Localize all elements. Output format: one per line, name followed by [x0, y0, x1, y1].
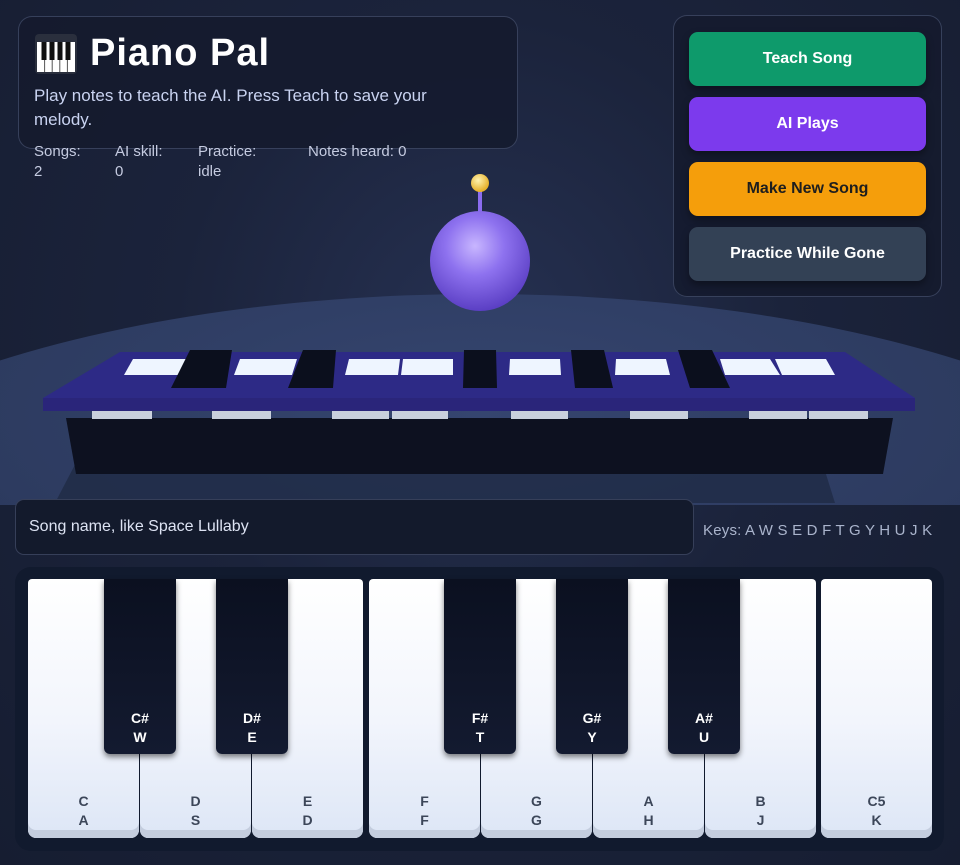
key-note: F# — [471, 710, 489, 726]
stat-notes-heard-value: 0 — [398, 143, 407, 160]
stat-notes-heard: Notes heard: 0 — [308, 142, 406, 162]
key-label: C A — [28, 792, 139, 830]
antenna-tip — [471, 174, 489, 192]
practice-while-gone-button[interactable]: Practice While Gone — [689, 227, 926, 281]
key-shortcut: G — [531, 812, 542, 828]
stat-songs-label: Songs: — [34, 143, 81, 160]
key-note: A — [643, 793, 654, 809]
app-title-text: Piano Pal — [90, 32, 271, 74]
robot-orb — [430, 211, 530, 311]
key-label: C5 K — [821, 792, 932, 830]
app-title: Piano Pal — [34, 32, 270, 75]
key-label: G# Y — [556, 709, 628, 747]
song-name-input[interactable] — [15, 499, 694, 555]
key-label: F# T — [444, 709, 516, 747]
key-label: A H — [593, 792, 704, 830]
key-shortcut: E — [247, 729, 257, 745]
stat-ai-skill-label: AI skill: — [115, 143, 163, 160]
key-note: C — [78, 793, 89, 809]
teach-song-button[interactable]: Teach Song — [689, 32, 926, 86]
key-label: D S — [140, 792, 251, 830]
key-label: F F — [369, 792, 480, 830]
key-shortcut: T — [475, 729, 485, 745]
stat-practice-value: idle — [198, 163, 222, 180]
subtitle: Play notes to teach the AI. Press Teach … — [34, 86, 427, 129]
piano-key-f-sharp[interactable]: F# T — [444, 579, 516, 754]
key-shortcut: F — [420, 812, 429, 828]
key-note: C5 — [867, 793, 886, 809]
ai-plays-button[interactable]: AI Plays — [689, 97, 926, 151]
key-note: F — [420, 793, 429, 809]
keys-hint: Keys: A W S E D F T G Y H U J K — [703, 522, 933, 539]
key-note: G# — [582, 710, 602, 726]
key-shortcut: Y — [587, 729, 597, 745]
stat-songs-value: 2 — [34, 163, 43, 180]
key-shortcut: S — [190, 812, 201, 828]
key-shortcut: H — [643, 812, 654, 828]
key-shortcut: J — [756, 812, 765, 828]
stat-songs: Songs: 2 — [34, 142, 81, 182]
piano-key-c5[interactable]: C5 K — [821, 579, 932, 838]
piano-key-d-sharp[interactable]: D# E — [216, 579, 288, 754]
key-shortcut: W — [133, 729, 147, 745]
key-shortcut: K — [871, 812, 882, 828]
stat-practice-label: Practice: — [198, 143, 257, 160]
key-shortcut: U — [698, 729, 710, 745]
key-note: E — [302, 793, 313, 809]
stat-ai-skill: AI skill: 0 — [115, 142, 163, 182]
make-new-song-button[interactable]: Make New Song — [689, 162, 926, 216]
key-label: B J — [705, 792, 816, 830]
stat-notes-heard-label: Notes heard: — [308, 143, 394, 160]
piano-logo-icon — [35, 33, 77, 74]
key-note: A# — [695, 710, 713, 726]
key-note: D# — [243, 710, 261, 726]
piano-key-c-sharp[interactable]: C# W — [104, 579, 176, 754]
key-shortcut: A — [78, 812, 89, 828]
key-label: C# W — [104, 709, 176, 747]
key-note: G — [531, 793, 542, 809]
key-label: A# U — [668, 709, 740, 747]
key-note: C# — [131, 710, 149, 726]
key-shortcut: D — [302, 812, 313, 828]
keyboard-front-edge — [43, 398, 915, 411]
piano-key-g-sharp[interactable]: G# Y — [556, 579, 628, 754]
key-label: G G — [481, 792, 592, 830]
stat-ai-skill-value: 0 — [115, 163, 124, 180]
key-note: B — [755, 793, 766, 809]
stat-practice: Practice: idle — [198, 142, 256, 182]
key-label: E D — [252, 792, 363, 830]
key-label: D# E — [216, 709, 288, 747]
keyboard-base — [66, 418, 893, 474]
key-note: D — [190, 793, 201, 809]
piano-key-a-sharp[interactable]: A# U — [668, 579, 740, 754]
